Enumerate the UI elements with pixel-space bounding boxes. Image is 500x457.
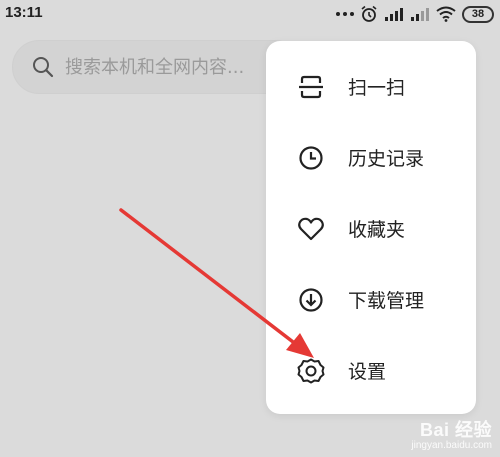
watermark-logo: Bai 经验: [419, 420, 492, 440]
baidu-jingyan-watermark: Bai 经验 jingyan.baidu.com: [411, 416, 492, 451]
watermark-url: jingyan.baidu.com: [411, 440, 492, 451]
annotation-arrow: [119, 208, 314, 358]
